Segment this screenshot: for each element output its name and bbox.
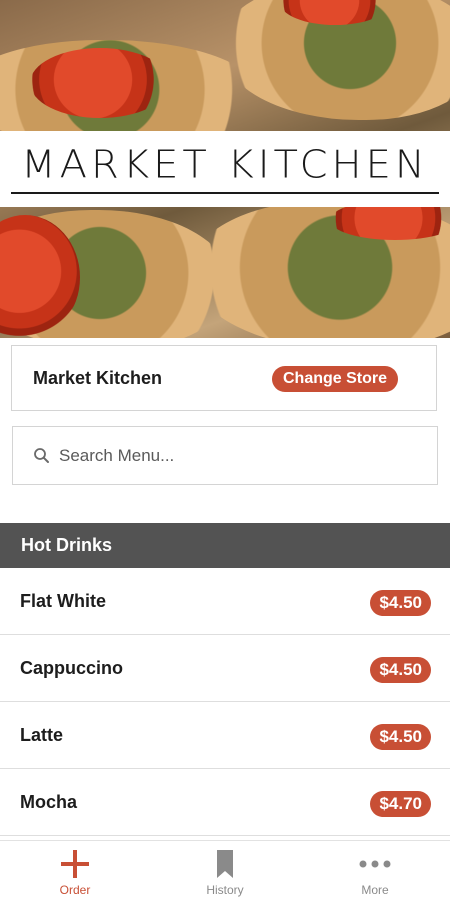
plus-icon	[60, 847, 90, 881]
menu-item-flat-white[interactable]: Flat White $4.50	[0, 568, 450, 635]
search-icon	[33, 447, 51, 465]
bottom-nav: Order History More	[0, 840, 450, 901]
menu-item-name: Latte	[20, 725, 64, 745]
logo-underline	[11, 192, 439, 194]
price-badge: $4.50	[370, 590, 431, 616]
more-dots-icon	[359, 847, 391, 881]
nav-label: Order	[59, 883, 91, 897]
store-name: Market Kitchen	[33, 368, 163, 388]
price-badge: $4.70	[370, 791, 431, 817]
change-store-button[interactable]: Change Store	[272, 366, 399, 392]
menu-item-cappuccino[interactable]: Cappuccino $4.50	[0, 635, 450, 702]
menu-list: Flat White $4.50 Cappuccino $4.50 Latte …	[0, 568, 450, 836]
nav-history[interactable]: History	[150, 841, 300, 901]
search-box[interactable]	[12, 426, 438, 485]
brand-logo: MARKET KITCHEN	[0, 131, 450, 207]
category-header: Hot Drinks	[0, 523, 450, 568]
price-badge: $4.50	[370, 724, 431, 750]
price-badge: $4.50	[370, 657, 431, 683]
menu-item-name: Mocha	[20, 792, 78, 812]
nav-label: History	[206, 883, 244, 897]
nav-order[interactable]: Order	[0, 841, 150, 901]
menu-item-latte[interactable]: Latte $4.50	[0, 702, 450, 769]
menu-item-name: Cappuccino	[20, 658, 124, 678]
menu-item-name: Flat White	[20, 591, 106, 611]
menu-item-mocha[interactable]: Mocha $4.70	[0, 769, 450, 836]
nav-more[interactable]: More	[300, 841, 450, 901]
search-input[interactable]	[57, 444, 401, 467]
nav-label: More	[361, 883, 389, 897]
store-card: Market Kitchen Change Store	[11, 345, 437, 411]
logo-text: MARKET KITCHEN	[21, 143, 429, 187]
hero-banner: MARKET KITCHEN	[0, 0, 450, 338]
bookmark-icon	[216, 847, 234, 881]
